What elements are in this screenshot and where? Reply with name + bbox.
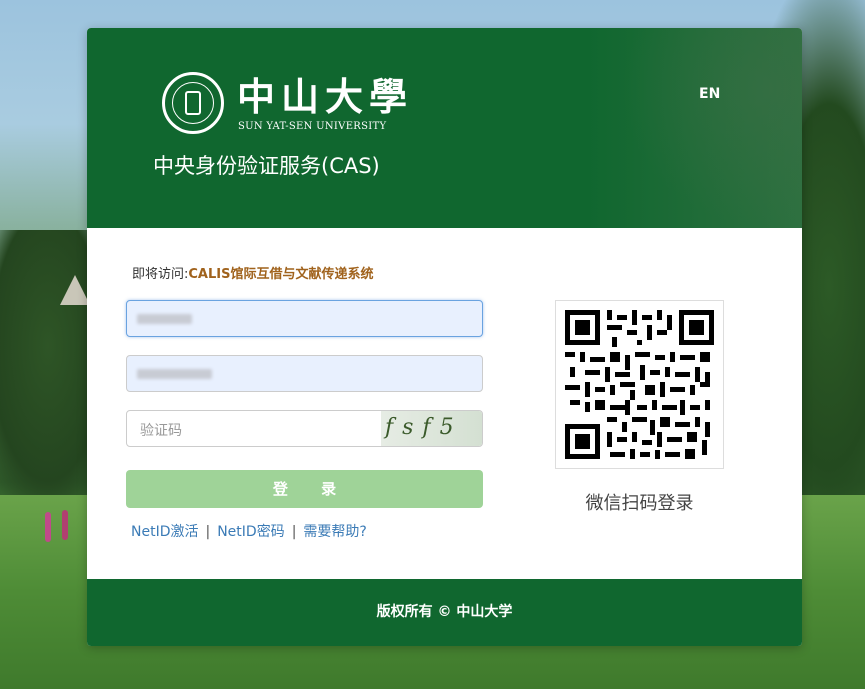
- wechat-login-label: 微信扫码登录: [585, 493, 694, 514]
- help-links: NetID激活 | NetID密码 | 需要帮助?: [131, 521, 367, 541]
- visit-prefix: 即将访问:: [132, 267, 189, 282]
- header-decoration: [622, 28, 802, 228]
- username-input[interactable]: [126, 300, 483, 337]
- link-separator: |: [205, 524, 211, 540]
- qr-code-icon: [565, 310, 714, 459]
- university-seal-icon: [162, 72, 224, 134]
- masked-username: [137, 314, 192, 324]
- login-card: 中山大學 SUN YAT-SEN UNIVERSITY 中央身份验证服务(CAS…: [87, 28, 802, 646]
- card-header: 中山大學 SUN YAT-SEN UNIVERSITY 中央身份验证服务(CAS…: [87, 28, 802, 228]
- netid-password-link[interactable]: NetID密码: [217, 524, 284, 540]
- background-person: [62, 510, 68, 540]
- university-name-en: SUN YAT-SEN UNIVERSITY: [238, 121, 387, 132]
- link-separator: |: [291, 524, 297, 540]
- visit-target: CALIS馆际互借与文献传递系统: [188, 267, 374, 282]
- visit-info: 即将访问:CALIS馆际互借与文献传递系统: [132, 263, 373, 282]
- login-button[interactable]: 登 录: [126, 470, 483, 508]
- university-name-cn: 中山大學: [237, 74, 414, 119]
- captcha-placeholder: 验证码: [140, 423, 182, 439]
- help-link[interactable]: 需要帮助?: [303, 524, 366, 540]
- card-footer: 版权所有 © 中山大学: [87, 579, 802, 646]
- masked-password: [137, 369, 212, 379]
- language-toggle[interactable]: EN: [699, 86, 720, 102]
- netid-activate-link[interactable]: NetID激活: [131, 524, 198, 540]
- captcha-input[interactable]: 验证码 fsf5: [126, 410, 483, 447]
- captcha-image[interactable]: fsf5: [381, 411, 482, 446]
- password-input[interactable]: [126, 355, 483, 392]
- wechat-qr-code[interactable]: [555, 300, 724, 469]
- copyright-text: 版权所有 © 中山大学: [376, 604, 513, 620]
- background-person: [45, 512, 51, 542]
- service-title: 中央身份验证服务(CAS): [153, 154, 380, 178]
